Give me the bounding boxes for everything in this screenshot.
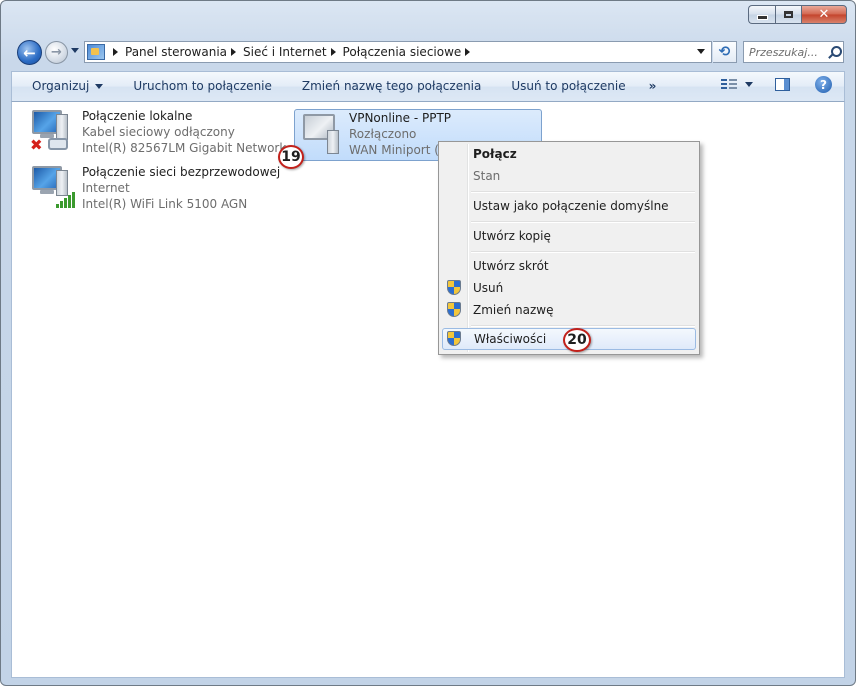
forward-arrow-icon: → (51, 45, 62, 60)
pc-tower-icon (327, 130, 339, 154)
step-badge-19: 19 (278, 145, 304, 169)
connection-name: Połączenie sieci bezprzewodowej (82, 165, 281, 179)
menu-item-create-shortcut[interactable]: Utwórz skrót (442, 255, 696, 277)
back-arrow-icon: ← (23, 43, 36, 62)
minimize-button[interactable] (748, 5, 775, 24)
breadcrumb-chevron-icon[interactable] (113, 48, 118, 56)
uac-shield-icon (447, 302, 461, 318)
connection-status: Rozłączono (349, 127, 417, 141)
organize-dropdown-icon (95, 84, 104, 89)
list-item-local-connection[interactable]: ✖ Połączenie lokalne Kabel sieciowy odłą… (26, 108, 298, 160)
help-icon[interactable]: ? (815, 76, 832, 93)
navigation-row: ← → Panel sterowania Sieć i Internet Poł… (1, 37, 855, 69)
menu-item-set-default[interactable]: Ustaw jako połączenie domyślne (442, 195, 696, 217)
rename-button[interactable]: Zmień nazwę tego połączenia (287, 72, 496, 101)
organize-label: Organizuj (32, 79, 90, 93)
refresh-button[interactable]: ⟲ (713, 41, 737, 63)
menu-item-label: Zmień nazwę (473, 303, 554, 317)
context-menu: Połącz Stan Ustaw jako połączenie domyśl… (438, 141, 700, 355)
minimize-icon (756, 15, 768, 20)
menu-item-label: Usuń (473, 281, 504, 295)
connection-status: Internet (82, 181, 130, 195)
back-button[interactable]: ← (17, 40, 42, 65)
menu-item-delete[interactable]: Usuń (442, 277, 696, 299)
wired-network-icon: ✖ (26, 108, 78, 156)
menu-separator (471, 191, 695, 193)
signal-strength-icon (56, 192, 78, 208)
connection-name: Połączenie lokalne (82, 109, 193, 123)
breadcrumb-control-panel[interactable]: Panel sterowania (125, 45, 227, 59)
menu-item-create-copy[interactable]: Utwórz kopię (442, 225, 696, 247)
maximize-icon (784, 11, 793, 18)
step-badge-20: 20 (563, 328, 591, 352)
explorer-window: ✕ ← → Panel sterowania Sieć i Internet P… (0, 0, 856, 686)
control-panel-icon (87, 44, 105, 60)
caption-buttons: ✕ (748, 5, 847, 24)
connect-label: Uruchom to połączenie (133, 79, 272, 93)
monitor-stand (40, 190, 54, 194)
address-bar[interactable]: Panel sterowania Sieć i Internet Połącze… (84, 41, 712, 63)
disconnected-x-icon: ✖ (30, 136, 43, 154)
vpn-connection-icon (295, 110, 347, 158)
search-input[interactable] (744, 45, 825, 59)
menu-item-label: Właściwości (474, 332, 547, 346)
command-bar-right: ? (721, 76, 832, 93)
uac-shield-icon (447, 331, 461, 347)
network-cable-icon (48, 138, 68, 150)
menu-separator (471, 325, 695, 327)
menu-separator (471, 251, 695, 253)
menu-item-status: Stan (473, 169, 501, 183)
item-text: Połączenie sieci bezprzewodowej Internet… (78, 164, 280, 216)
refresh-icon: ⟲ (718, 44, 731, 60)
uac-shield-icon (447, 280, 461, 296)
breadcrumb-chevron-icon[interactable] (465, 48, 471, 56)
organize-button[interactable]: Organizuj (12, 72, 118, 101)
connect-button[interactable]: Uruchom to połączenie (118, 72, 287, 101)
maximize-button[interactable] (775, 5, 801, 24)
breadcrumb-chevron-icon[interactable] (231, 48, 236, 56)
connection-name: VPNonline - PPTP (349, 111, 452, 125)
delete-button[interactable]: Usuń to połączenie (496, 72, 640, 101)
connections-list: ✖ Połączenie lokalne Kabel sieciowy odłą… (11, 102, 845, 678)
connection-device: Intel(R) WiFi Link 5100 AGN (82, 197, 248, 211)
preview-pane-icon[interactable] (775, 78, 790, 91)
pc-tower-icon (56, 114, 68, 140)
list-item-wireless-connection[interactable]: Połączenie sieci bezprzewodowej Internet… (26, 164, 280, 216)
breadcrumb-network-connections[interactable]: Połączenia sieciowe (343, 45, 462, 59)
forward-button[interactable]: → (45, 41, 68, 64)
command-bar: Organizuj Uruchom to połączenie Zmień na… (11, 71, 845, 102)
item-text: Połączenie lokalne Kabel sieciowy odłącz… (78, 108, 298, 160)
view-options-icon[interactable] (721, 78, 737, 92)
breadcrumb-chevron-icon[interactable] (330, 48, 336, 56)
search-icon[interactable] (827, 45, 842, 59)
menu-item-connect[interactable]: Połącz (442, 143, 696, 165)
connection-device: WAN Miniport (I (349, 143, 443, 157)
menu-separator (471, 221, 695, 223)
more-commands-button[interactable]: » (641, 72, 665, 101)
connection-device: Intel(R) 82567LM Gigabit Network... (82, 141, 298, 155)
search-box[interactable] (743, 41, 844, 63)
close-button[interactable]: ✕ (801, 5, 847, 24)
wireless-network-icon (26, 164, 78, 212)
connection-status: Kabel sieciowy odłączony (82, 125, 235, 139)
breadcrumb-network-internet[interactable]: Sieć i Internet (243, 45, 327, 59)
menu-item-rename[interactable]: Zmień nazwę (442, 299, 696, 321)
delete-label: Usuń to połączenie (511, 79, 626, 93)
rename-label: Zmień nazwę tego połączenia (301, 79, 482, 93)
recent-pages-dropdown-icon[interactable] (71, 48, 79, 53)
view-dropdown-icon[interactable] (745, 82, 753, 87)
item-text: VPNonline - PPTP Rozłączono WAN Miniport… (347, 110, 451, 160)
close-icon: ✕ (818, 7, 830, 22)
address-dropdown-icon[interactable] (697, 49, 705, 54)
